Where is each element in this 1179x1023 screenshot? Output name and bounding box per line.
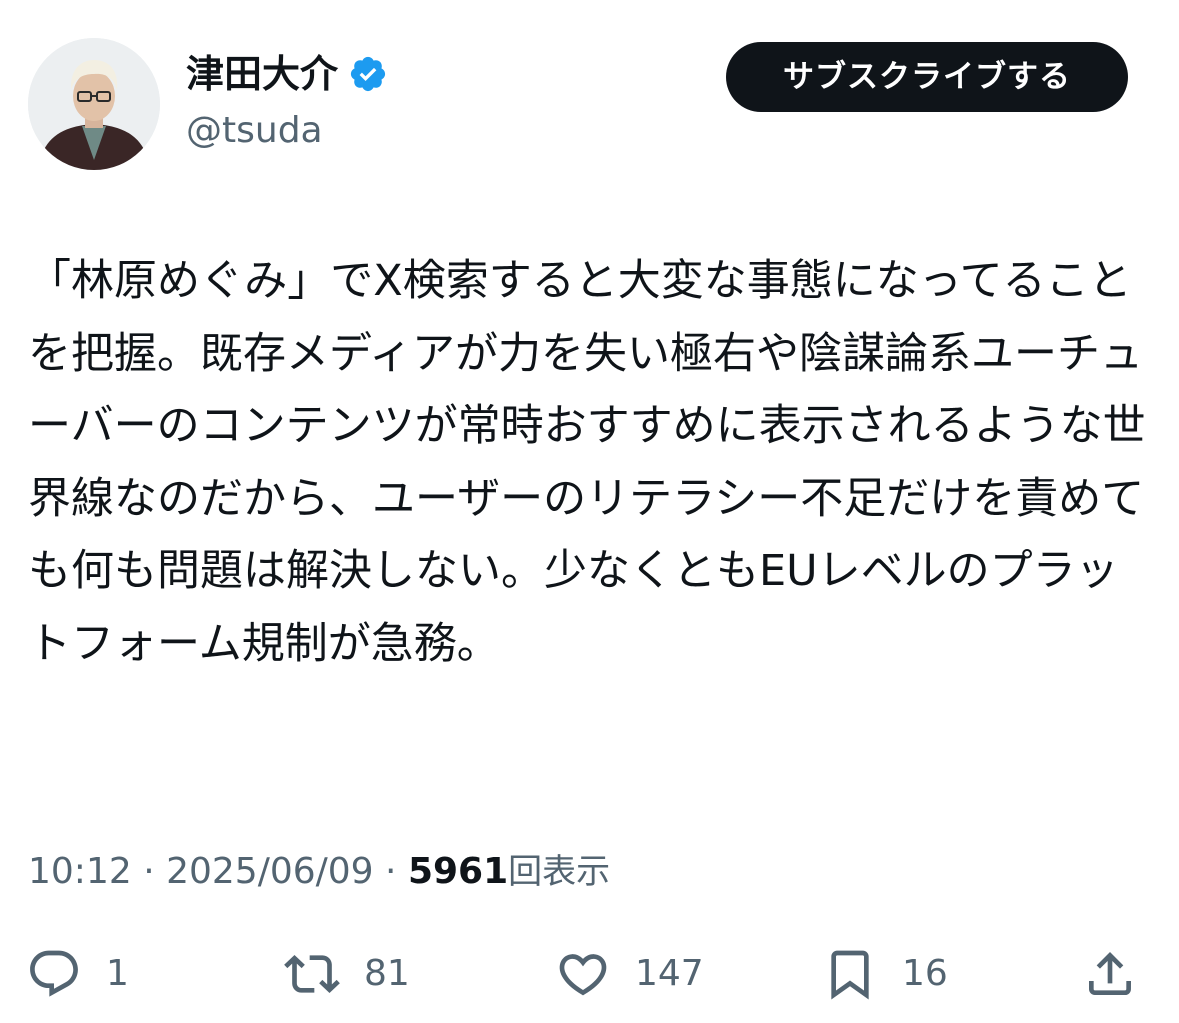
reply-button[interactable]: 1 [26,938,129,1010]
retweet-icon [284,955,340,993]
like-button[interactable]: 147 [555,938,704,1010]
like-count: 147 [635,953,704,994]
share-button[interactable] [1082,938,1138,1010]
retweet-button[interactable]: 81 [284,938,410,1010]
avatar-image [28,38,160,170]
heart-icon [559,954,607,996]
reply-count: 1 [106,953,129,994]
verified-badge-icon[interactable] [348,54,388,94]
avatar[interactable] [28,38,160,170]
tweet-date[interactable]: 2025/06/09 [166,851,374,892]
action-bar: 1 81 147 16 [0,938,1179,1010]
tweet-time[interactable]: 10:12 [28,851,132,892]
reply-icon [30,950,78,997]
share-icon [1089,952,1131,995]
retweet-count: 81 [364,953,410,994]
user-handle[interactable]: @tsuda [186,108,323,154]
meta-separator: · [131,851,167,892]
bookmark-button[interactable]: 16 [822,938,948,1010]
bookmark-icon [831,950,869,1000]
views-label: 回表示 [508,852,611,892]
meta-separator: · [373,851,408,892]
display-name-text[interactable]: 津田大介 [186,50,338,98]
views-count: 5961 [407,851,509,892]
tweet-meta: 10:12 · 2025/06/09 · 5961回表示 [28,846,610,898]
display-name[interactable]: 津田大介 [186,50,388,98]
subscribe-button[interactable]: サブスクライブする [726,42,1128,112]
bookmark-count: 16 [902,953,948,994]
tweet-text: 「林原めぐみ」でX検索すると大変な事態になってることを把握。既存メディアが力を失… [28,256,1146,669]
